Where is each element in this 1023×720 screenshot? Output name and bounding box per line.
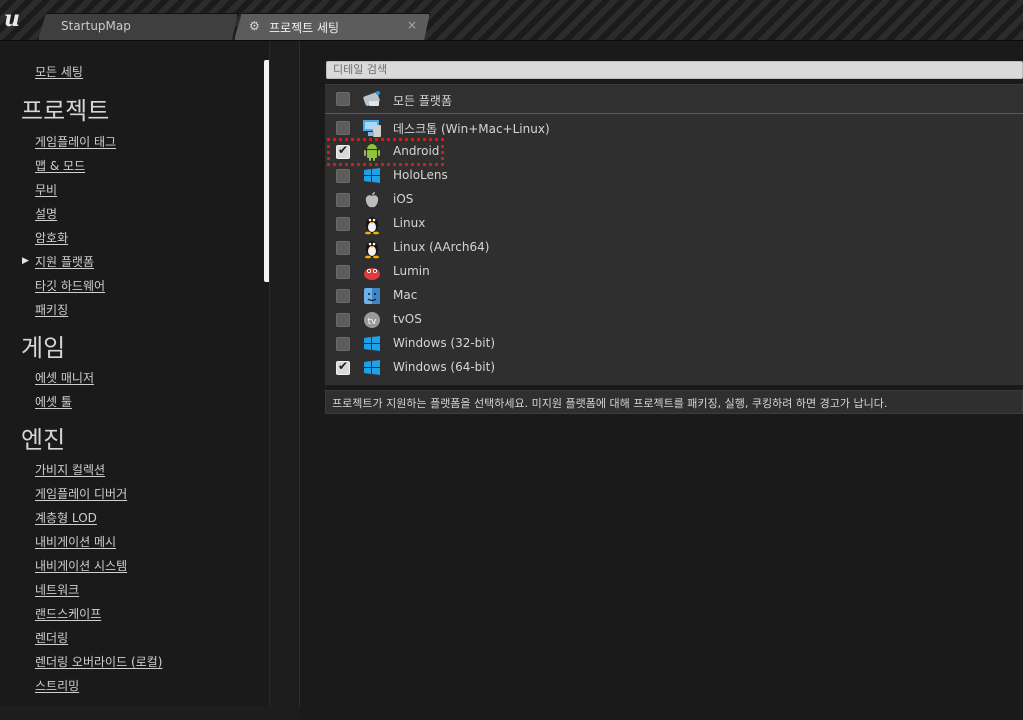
all-platforms-row[interactable]: 모든 플랫폼	[325, 85, 1023, 114]
platform-label: Linux (AArch64)	[393, 240, 490, 254]
sidebar-item-maps-modes[interactable]: 맵 & 모드	[35, 157, 85, 174]
linux-icon	[365, 241, 379, 259]
list-divider	[325, 113, 1023, 114]
platform-label: Linux	[393, 216, 426, 230]
mac-icon	[364, 288, 380, 304]
sidebar-item-movies[interactable]: 무비	[35, 181, 57, 198]
sidebar-item-asset-tools[interactable]: 에셋 툴	[35, 393, 72, 410]
platform-checkbox[interactable]	[336, 313, 350, 327]
tab-label: StartupMap	[61, 19, 131, 33]
platform-checkbox[interactable]	[336, 121, 350, 135]
platform-checkbox[interactable]: ✔	[336, 359, 350, 375]
sidebar-item-all-settings[interactable]: 모든 세팅	[35, 63, 83, 80]
platform-checkbox[interactable]	[336, 265, 350, 279]
details-search-input[interactable]: 디테일 검색	[326, 61, 1023, 79]
sidebar-item-navigation-mesh[interactable]: 내비게이션 메시	[35, 533, 116, 550]
platform-label: 데스크톱 (Win+Mac+Linux)	[393, 122, 550, 136]
settings-gear-icon: ⚙	[249, 19, 260, 33]
platform-row-windows-64-bit[interactable]: ✔ Windows (64-bit)	[325, 356, 1023, 380]
platform-label: Windows (64-bit)	[393, 360, 495, 374]
platform-label: Mac	[393, 288, 418, 302]
platform-checkbox[interactable]	[336, 193, 350, 207]
platform-row-linux[interactable]: Linux	[325, 212, 1023, 236]
description-bar: 프로젝트가 지원하는 플랫폼을 선택하세요. 미지원 플랫폼에 대해 프로젝트를…	[325, 390, 1023, 414]
checkmark-icon: ✔	[338, 143, 349, 157]
all-platforms-icon	[363, 91, 380, 106]
sidebar-item-network[interactable]: 네트워크	[35, 581, 79, 598]
platform-label: tvOS	[393, 312, 422, 326]
sidebar-footer	[0, 706, 300, 720]
sidebar-item-target-hardware[interactable]: 타깃 하드웨어	[35, 277, 105, 294]
platform-row-linux-aarch64[interactable]: Linux (AArch64)	[325, 236, 1023, 260]
platform-label: iOS	[393, 192, 414, 206]
platform-checkbox[interactable]: ✔	[336, 143, 350, 159]
sidebar-item-rendering-overrides[interactable]: 렌더링 오버라이드 (로컬)	[35, 653, 162, 670]
platform-row-win-mac-linux[interactable]: 데스크톱 (Win+Mac+Linux)	[325, 116, 1023, 140]
tab-startup-map[interactable]: StartupMap	[38, 13, 238, 40]
platform-checkbox[interactable]	[336, 217, 350, 231]
platform-row-hololens[interactable]: HoloLens	[325, 164, 1023, 188]
sidebar-item-asset-manager[interactable]: 에셋 매니저	[35, 369, 94, 386]
close-tab-icon[interactable]: ×	[407, 18, 417, 32]
sidebar-item-supported-platforms[interactable]: 지원 플랫폼	[35, 253, 94, 270]
sidebar-item-garbage-collection[interactable]: 가비지 컬렉션	[35, 461, 105, 478]
sidebar-item-hlod[interactable]: 계층형 LOD	[35, 509, 97, 526]
windows-icon	[364, 336, 380, 351]
active-item-arrow-icon: ▶	[22, 256, 29, 266]
title-bar: u StartupMap ⚙ 프로젝트 세팅 ×	[0, 0, 1023, 41]
platform-checkbox[interactable]	[336, 289, 350, 303]
desktop-icon	[363, 120, 381, 137]
platform-row-mac[interactable]: Mac	[325, 284, 1023, 308]
sidebar-item-streaming[interactable]: 스트리밍	[35, 677, 79, 694]
sidebar-section-engine: 엔진	[21, 426, 66, 454]
platform-checkbox[interactable]	[336, 337, 350, 351]
sidebar-item-encryption[interactable]: 암호화	[35, 229, 68, 246]
platform-checkbox[interactable]	[336, 241, 350, 255]
platform-row-ios[interactable]: iOS	[325, 188, 1023, 212]
windows-icon	[364, 360, 380, 375]
platform-row-tvos[interactable]: tv tvOS	[325, 308, 1023, 332]
sidebar-section-project: 프로젝트	[21, 97, 110, 125]
platform-label: Windows (32-bit)	[393, 336, 495, 350]
windows-icon	[364, 168, 380, 183]
sidebar-item-gameplay-tags[interactable]: 게임플레이 태그	[35, 133, 116, 150]
unreal-logo-icon[interactable]: u	[4, 6, 30, 32]
platform-label: Android	[393, 144, 440, 158]
sidebar-item-navigation-system[interactable]: 내비게이션 시스템	[35, 557, 127, 574]
platform-checkbox[interactable]	[336, 169, 350, 183]
all-platforms-checkbox[interactable]	[336, 92, 350, 106]
sidebar-section-game: 게임	[21, 334, 66, 362]
android-icon	[364, 144, 380, 161]
sidebar-item-landscape[interactable]: 랜드스케이프	[35, 605, 101, 622]
platform-row-android[interactable]: ✔ Android	[325, 140, 1023, 164]
supported-platforms-list: 모든 플랫폼 데스크톱 (Win+Mac+Linux) ✔ Android HoloL…	[325, 84, 1023, 385]
settings-category-sidebar: 모든 세팅 프로젝트 게임플레이 태그 맵 & 모드 무비 설명 암호화 ▶ 지…	[0, 41, 270, 706]
all-platforms-label: 모든 플랫폼	[393, 94, 453, 108]
sidebar-item-packaging[interactable]: 패키징	[35, 301, 68, 318]
checkmark-icon: ✔	[338, 359, 349, 373]
svg-text:tv: tv	[368, 317, 378, 327]
tab-label: 프로젝트 세팅	[269, 21, 340, 35]
linux-icon	[365, 217, 379, 235]
platform-label: Lumin	[393, 264, 430, 278]
platform-row-windows-32-bit[interactable]: Windows (32-bit)	[325, 332, 1023, 356]
platform-row-lumin[interactable]: Lumin	[325, 260, 1023, 284]
sidebar-item-gameplay-debugger[interactable]: 게임플레이 디버거	[35, 485, 127, 502]
sidebar-item-rendering[interactable]: 렌더링	[35, 629, 68, 646]
platform-label: HoloLens	[393, 168, 448, 182]
sidebar-item-description[interactable]: 설명	[35, 205, 57, 222]
tab-project-settings[interactable]: ⚙ 프로젝트 세팅 ×	[234, 13, 430, 40]
apple-icon	[365, 192, 379, 208]
tvos-icon: tv	[364, 312, 380, 328]
panel-splitter[interactable]	[270, 41, 300, 720]
platforms-description-text: 프로젝트가 지원하는 플랫폼을 선택하세요. 미지원 플랫폼에 대해 프로젝트를…	[332, 397, 888, 410]
lumin-icon	[364, 268, 380, 280]
